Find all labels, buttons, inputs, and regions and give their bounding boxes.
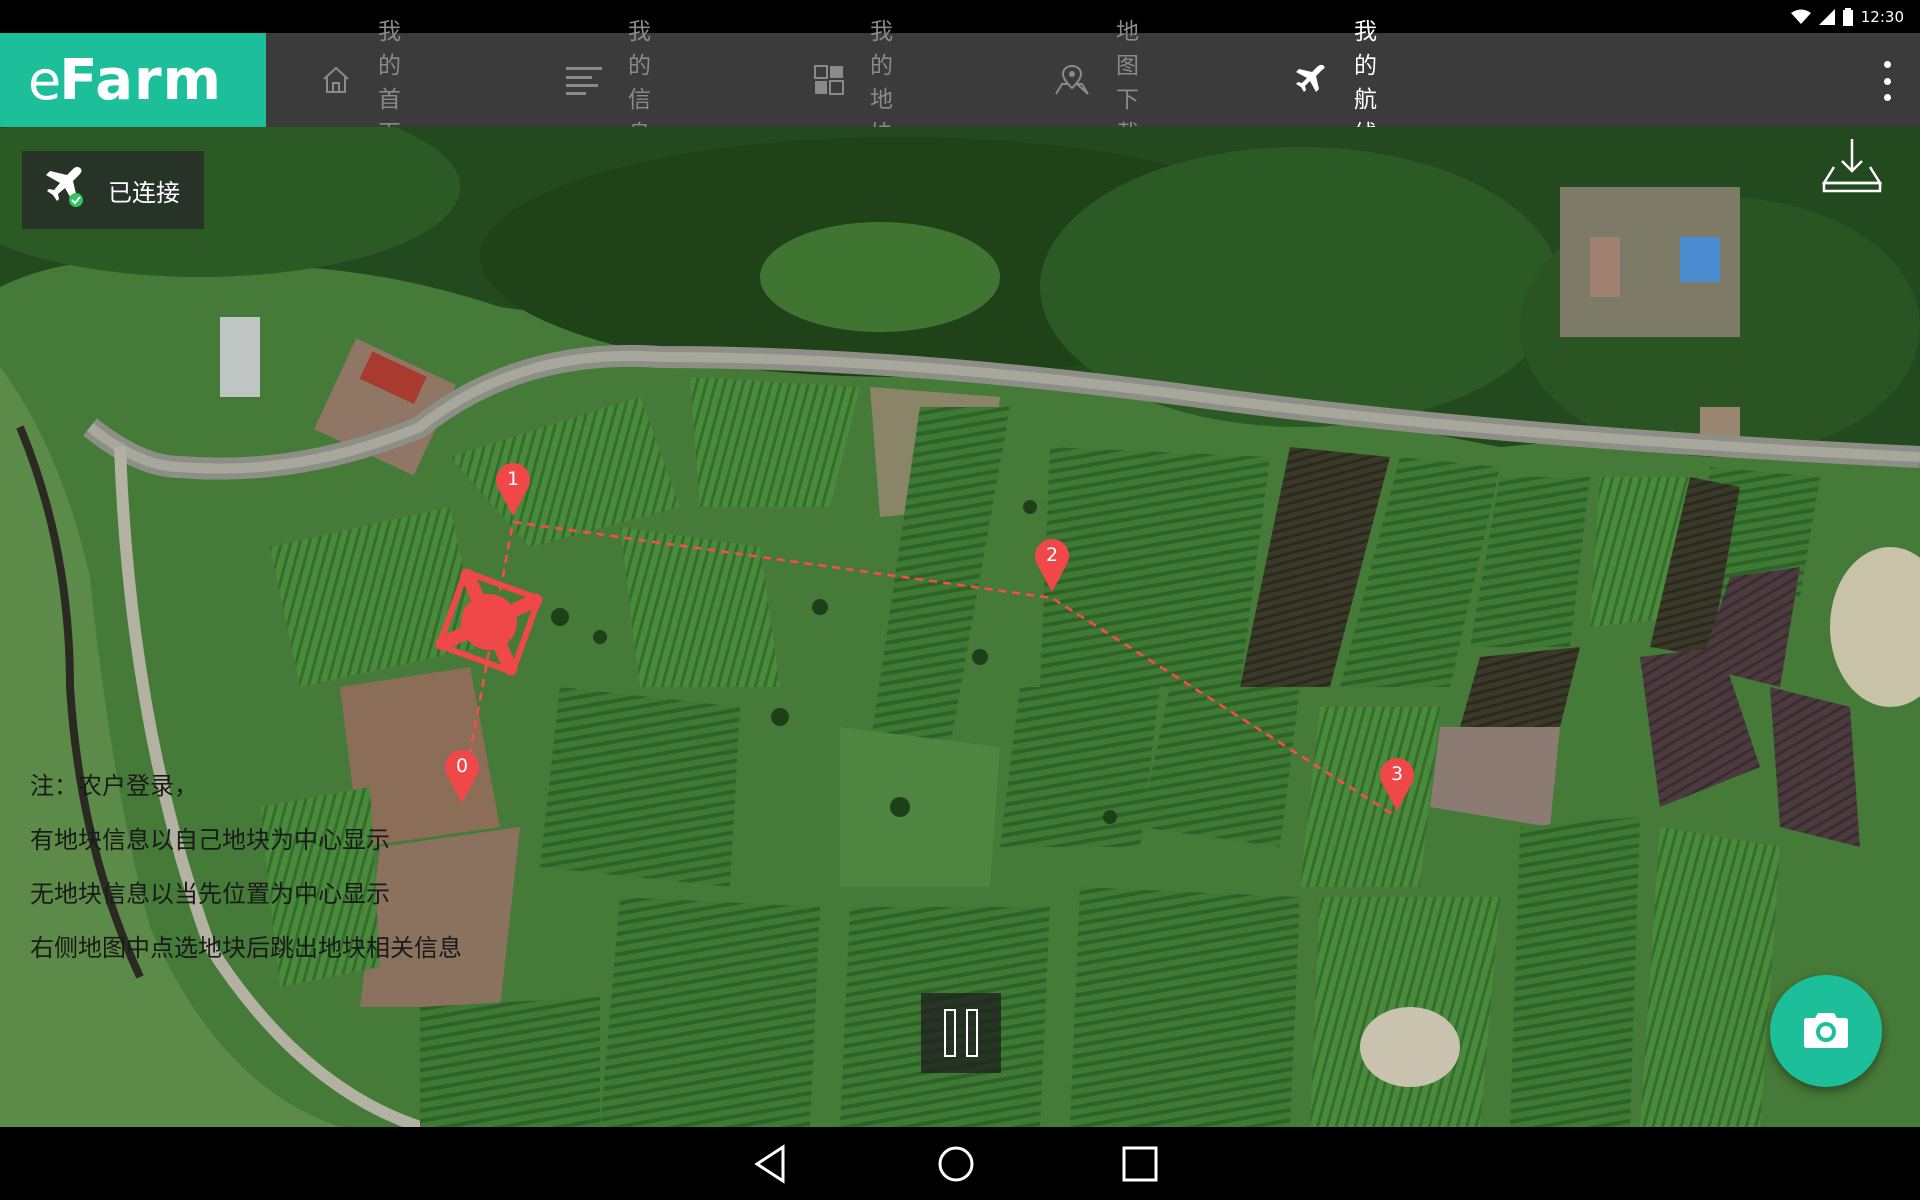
waypoint-label: 1 — [506, 468, 520, 490]
note-line: 注：农户登录， — [30, 772, 198, 800]
camera-button[interactable] — [1770, 975, 1882, 1087]
home-icon — [320, 62, 352, 98]
logo-farm: Farm — [59, 47, 222, 113]
waypoint-label: 2 — [1045, 544, 1059, 566]
satellite-map[interactable]: 0 1 2 3 已连接 注：农户登录， 有地块信息以自己地块为中心显示 无地块信… — [0, 127, 1920, 1127]
drone-connected-icon — [42, 164, 88, 216]
grid-icon — [814, 62, 844, 98]
overflow-menu-icon[interactable] — [1880, 61, 1894, 101]
airplane-icon — [1294, 62, 1328, 98]
drone-icon — [424, 557, 554, 687]
nav-item-info[interactable]: 我的信息 — [566, 19, 651, 147]
nav-item-plots[interactable]: 我的地块 — [814, 19, 899, 147]
waypoint-3[interactable]: 3 — [1376, 753, 1418, 813]
status-time: 12:30 — [1860, 7, 1904, 26]
note-line: 右侧地图中点选地块后跳出地块相关信息 — [30, 934, 462, 962]
note-line: 有地块信息以自己地块为中心显示 — [30, 826, 390, 854]
map-pin-icon — [1054, 62, 1090, 98]
app-header: e Farm 我的首页 我的信息 我的地块 地图下载 — [0, 19, 1920, 147]
app-logo[interactable]: e Farm — [0, 33, 266, 127]
nav-item-routes[interactable]: 我的航线 — [1294, 19, 1379, 147]
flight-route — [460, 520, 1398, 819]
note-line: 无地块信息以当先位置为中心显示 — [30, 880, 390, 908]
status-bar: 12:30 — [0, 0, 1920, 33]
wifi-icon — [1790, 9, 1811, 25]
connection-status-badge[interactable]: 已连接 — [22, 151, 204, 229]
battery-icon — [1842, 7, 1853, 26]
waypoint-1[interactable]: 1 — [492, 458, 534, 518]
download-icon[interactable] — [1820, 137, 1884, 193]
system-nav-bar — [0, 1127, 1920, 1200]
map-note: 注：农户登录， 有地块信息以自己地块为中心显示 无地块信息以当先位置为中心显示 … — [30, 759, 462, 975]
camera-icon — [1803, 1009, 1849, 1053]
home-button[interactable] — [933, 1141, 979, 1187]
nav-item-map-download[interactable]: 地图下载 — [1054, 19, 1139, 147]
connection-status-text: 已连接 — [108, 178, 180, 207]
recents-button[interactable] — [1117, 1141, 1163, 1187]
waypoint-2[interactable]: 2 — [1031, 534, 1073, 594]
logo-e: e — [28, 48, 61, 112]
list-icon — [566, 62, 602, 98]
nav-item-home[interactable]: 我的首页 — [320, 19, 405, 147]
pause-icon — [944, 1009, 956, 1057]
back-button[interactable] — [749, 1141, 795, 1187]
waypoint-label: 3 — [1390, 763, 1404, 785]
signal-icon — [1818, 8, 1835, 25]
pause-button[interactable] — [921, 993, 1001, 1073]
